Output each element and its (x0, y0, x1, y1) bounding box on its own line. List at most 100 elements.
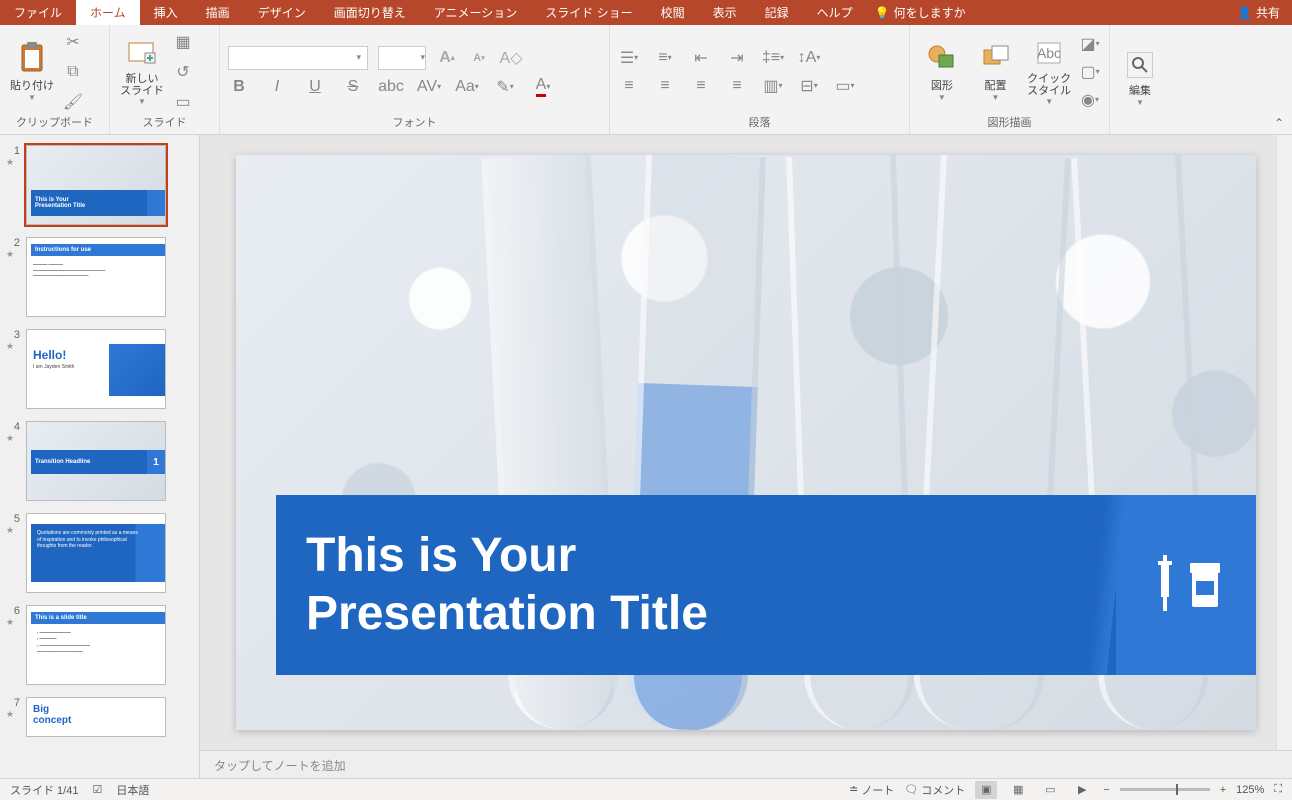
drawing-group-label: 図形描画 (918, 114, 1101, 132)
tab-slideshow[interactable]: スライド ショー (531, 0, 646, 25)
tab-draw[interactable]: 描画 (192, 0, 244, 25)
smartart-button[interactable]: ▭▾ (834, 75, 856, 97)
thumbnail-4[interactable]: 4★ Transition Headline1 (6, 421, 193, 501)
slide-title-text[interactable]: This is Your Presentation Title (306, 527, 708, 642)
notes-placeholder: タップしてノートを追加 (214, 759, 346, 773)
tab-home[interactable]: ホーム (76, 0, 140, 25)
bold-button[interactable]: B (228, 76, 250, 98)
columns-button[interactable]: ▥▾ (762, 75, 784, 97)
font-color-button[interactable]: A▾ (532, 76, 554, 98)
zoom-slider[interactable] (1120, 788, 1210, 791)
tab-design[interactable]: デザイン (244, 0, 320, 25)
layout-button[interactable]: ▦ (172, 31, 194, 53)
align-right-button[interactable]: ≡ (690, 75, 712, 97)
tab-animations[interactable]: アニメーション (420, 0, 532, 25)
font-family-select[interactable]: ▾ (228, 46, 368, 70)
section-button[interactable]: ▭ (172, 91, 194, 113)
ribbon-group-editing: 編集 ▼ (1110, 25, 1170, 134)
align-text-button[interactable]: ⊟▾ (798, 75, 820, 97)
thumb-slide[interactable]: This is Your Presentation Title (26, 145, 166, 225)
quick-styles-button[interactable]: Abc クイック スタイル ▼ (1025, 36, 1073, 108)
vertical-scrollbar[interactable] (1276, 135, 1292, 750)
notes-button[interactable]: ≐ノート (849, 782, 894, 798)
text-direction-button[interactable]: ↕A▾ (798, 47, 820, 69)
notes-icon: ≐ (849, 783, 858, 796)
thumbnail-5[interactable]: 5★ Quotations are commonly printed as a … (6, 513, 193, 593)
thumb-slide[interactable]: Transition Headline1 (26, 421, 166, 501)
paste-button[interactable]: 貼り付け ▼ (8, 36, 56, 108)
increase-indent-button[interactable]: ⇥ (726, 47, 748, 69)
shapes-button[interactable]: 図形 ▼ (918, 36, 966, 108)
editing-button[interactable]: 編集 ▼ (1118, 44, 1162, 116)
zoom-out-button[interactable]: − (1103, 784, 1109, 796)
notes-pane[interactable]: タップしてノートを追加 (200, 750, 1292, 778)
strike-button[interactable]: S (342, 76, 364, 98)
align-left-button[interactable]: ≡ (618, 75, 640, 97)
tab-record[interactable]: 記録 (751, 0, 803, 25)
zoom-value[interactable]: 125% (1236, 784, 1264, 796)
tab-transitions[interactable]: 画面切り替え (320, 0, 420, 25)
zoom-in-button[interactable]: + (1220, 784, 1226, 796)
italic-button[interactable]: I (266, 76, 288, 98)
thumb-slide[interactable]: Hello! I am Jayden Smith (26, 329, 166, 409)
line-spacing-button[interactable]: ‡≡▾ (762, 47, 784, 69)
shape-effects-button[interactable]: ◉▾ (1079, 89, 1101, 111)
thumb-slide[interactable]: Big concept (26, 697, 166, 737)
tab-insert[interactable]: 挿入 (140, 0, 192, 25)
format-painter-button[interactable]: 🖌 (62, 91, 84, 113)
fit-window-button[interactable]: ⛶ (1274, 783, 1282, 796)
tell-me-search[interactable]: 💡 何をしますか (875, 4, 966, 21)
font-size-select[interactable]: ▾ (378, 46, 426, 70)
thumb-slide[interactable]: This is a slide title • ━━━━━━━━━━━━━• ━… (26, 605, 166, 685)
shape-fill-button[interactable]: ◪▾ (1079, 33, 1101, 55)
arrange-button[interactable]: 配置 ▼ (972, 36, 1020, 108)
justify-button[interactable]: ≡ (726, 75, 748, 97)
new-slide-button[interactable]: 新しい スライド ▼ (118, 36, 166, 108)
reading-view-button[interactable]: ▭ (1039, 781, 1061, 799)
clear-format-button[interactable]: A◇ (500, 47, 522, 69)
bullets-button[interactable]: ☰▾ (618, 47, 640, 69)
normal-view-button[interactable]: ▣ (975, 781, 997, 799)
tab-review[interactable]: 校閲 (647, 0, 699, 25)
slideshow-view-button[interactable]: ▶ (1071, 781, 1093, 799)
thumb-title: Instructions for use (35, 247, 91, 253)
ribbon-group-paragraph: ☰▾ ≡▾ ⇤ ⇥ ‡≡▾ ↕A▾ ≡ ≡ ≡ ≡ ▥▾ ⊟▾ ▭▾ 段落 (610, 25, 910, 134)
collapse-ribbon-button[interactable]: ⌃ (1274, 116, 1284, 130)
slides-group-label: スライド (118, 114, 211, 132)
comments-button[interactable]: 🗨コメント (904, 782, 965, 798)
decrease-font-button[interactable]: A▾ (468, 47, 490, 69)
cut-button[interactable]: ✂ (62, 31, 84, 53)
copy-button[interactable]: ⧉ (62, 61, 84, 83)
tab-help[interactable]: ヘルプ (803, 0, 867, 25)
increase-font-button[interactable]: A▴ (436, 47, 458, 69)
share-button[interactable]: 👤 共有 (1237, 4, 1280, 21)
thumbnail-1[interactable]: 1★ This is Your Presentation Title (6, 145, 193, 225)
tab-file[interactable]: ファイル (0, 0, 76, 25)
slide-thumbnail-panel[interactable]: 1★ This is Your Presentation Title 2★ In… (0, 135, 200, 778)
shape-outline-button[interactable]: ▢▾ (1079, 61, 1101, 83)
decrease-indent-button[interactable]: ⇤ (690, 47, 712, 69)
thumb-slide[interactable]: Quotations are commonly printed as a mea… (26, 513, 166, 593)
status-spellcheck-icon[interactable]: ☑ (92, 783, 102, 796)
change-case-button[interactable]: Aa▾ (456, 76, 478, 98)
status-slide-counter[interactable]: スライド 1/41 (10, 782, 78, 798)
thumbnail-7[interactable]: 7★ Big concept (6, 697, 193, 737)
thumb-slide[interactable]: Instructions for use ━━━━━━ ━━━━━━━━━━━━… (26, 237, 166, 317)
thumb-transition-icon: ★ (6, 341, 20, 352)
align-center-button[interactable]: ≡ (654, 75, 676, 97)
thumbnail-2[interactable]: 2★ Instructions for use ━━━━━━ ━━━━━━━━━… (6, 237, 193, 317)
tab-view[interactable]: 表示 (699, 0, 751, 25)
thumbnail-6[interactable]: 6★ This is a slide title • ━━━━━━━━━━━━━… (6, 605, 193, 685)
underline-button[interactable]: U (304, 76, 326, 98)
slide[interactable]: This is Your Presentation Title (236, 155, 1256, 730)
reset-button[interactable]: ↺ (172, 61, 194, 83)
shadow-button[interactable]: abc (380, 76, 402, 98)
highlight-button[interactable]: ✎▾ (494, 76, 516, 98)
slide-canvas[interactable]: This is Your Presentation Title (200, 135, 1292, 750)
thumbnail-3[interactable]: 3★ Hello! I am Jayden Smith (6, 329, 193, 409)
title-banner[interactable]: This is Your Presentation Title (276, 495, 1256, 675)
spacing-button[interactable]: AV▾ (418, 76, 440, 98)
status-language[interactable]: 日本語 (116, 782, 149, 798)
sorter-view-button[interactable]: ▦ (1007, 781, 1029, 799)
numbering-button[interactable]: ≡▾ (654, 47, 676, 69)
